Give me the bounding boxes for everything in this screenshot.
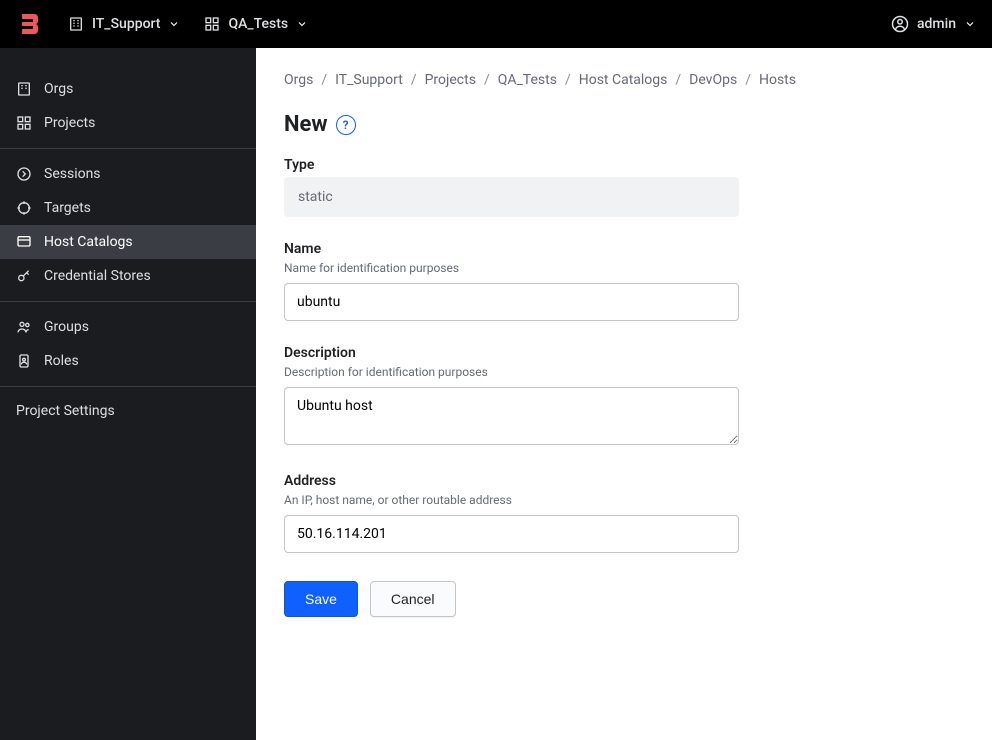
key-icon xyxy=(16,268,32,284)
address-helper: An IP, host name, or other routable addr… xyxy=(284,493,964,507)
chevron-down-icon xyxy=(296,18,308,30)
topbar: IT_Support QA_Tests admin xyxy=(0,0,992,48)
type-value: static xyxy=(284,177,739,217)
org-name: IT_Support xyxy=(92,16,160,32)
breadcrumb: Orgs / IT_Support / Projects / QA_Tests … xyxy=(284,72,964,88)
cancel-button[interactable]: Cancel xyxy=(370,581,456,617)
sessions-icon xyxy=(16,166,32,182)
sidebar-item-targets[interactable]: Targets xyxy=(0,191,256,225)
org-selector[interactable]: IT_Support xyxy=(68,16,180,32)
sidebar-item-credential-stores[interactable]: Credential Stores xyxy=(0,259,256,293)
sidebar-item-label: Projects xyxy=(44,115,95,131)
breadcrumb-link[interactable]: QA_Tests xyxy=(498,72,557,88)
sidebar-item-host-catalogs[interactable]: Host Catalogs xyxy=(0,225,256,259)
sidebar-item-label: Sessions xyxy=(44,166,101,182)
breadcrumb-link[interactable]: DevOps xyxy=(689,72,737,88)
chevron-down-icon xyxy=(168,18,180,30)
user-icon xyxy=(891,15,909,33)
description-label: Description xyxy=(284,345,964,361)
breadcrumb-link[interactable]: Host Catalogs xyxy=(579,72,668,88)
save-button[interactable]: Save xyxy=(284,581,358,617)
sidebar-item-label: Roles xyxy=(44,353,79,369)
logo[interactable] xyxy=(16,10,44,38)
sidebar-item-label: Targets xyxy=(44,200,91,216)
breadcrumb-link[interactable]: Orgs xyxy=(284,72,313,88)
name-helper: Name for identification purposes xyxy=(284,261,964,275)
address-label: Address xyxy=(284,473,964,489)
description-helper: Description for identification purposes xyxy=(284,365,964,379)
user-menu[interactable]: admin xyxy=(891,15,976,33)
breadcrumb-link[interactable]: IT_Support xyxy=(335,72,403,88)
sidebar-item-label: Groups xyxy=(44,319,89,335)
sidebar-item-roles[interactable]: Roles xyxy=(0,344,256,378)
sidebar-project-settings[interactable]: Project Settings xyxy=(0,387,256,435)
chevron-down-icon xyxy=(964,18,976,30)
main-content: Orgs / IT_Support / Projects / QA_Tests … xyxy=(256,48,992,740)
roles-icon xyxy=(16,353,32,369)
project-selector[interactable]: QA_Tests xyxy=(204,16,308,32)
help-icon[interactable]: ? xyxy=(336,115,356,135)
boundary-logo-icon xyxy=(18,12,42,36)
groups-icon xyxy=(16,319,32,335)
breadcrumb-link[interactable]: Hosts xyxy=(759,72,796,88)
sidebar-item-groups[interactable]: Groups xyxy=(0,310,256,344)
sidebar-item-orgs[interactable]: Orgs xyxy=(0,72,256,106)
name-input[interactable] xyxy=(284,283,739,321)
type-label: Type xyxy=(284,157,964,173)
sidebar-item-label: Credential Stores xyxy=(44,268,151,284)
sidebar-item-label: Host Catalogs xyxy=(44,234,133,250)
projects-icon xyxy=(16,115,32,131)
projects-icon xyxy=(204,16,220,32)
breadcrumb-link[interactable]: Projects xyxy=(425,72,476,88)
org-icon xyxy=(16,81,32,97)
user-name: admin xyxy=(917,16,956,32)
address-input[interactable] xyxy=(284,515,739,553)
targets-icon xyxy=(16,200,32,216)
org-icon xyxy=(68,16,84,32)
description-input[interactable] xyxy=(284,387,739,445)
name-label: Name xyxy=(284,241,964,257)
host-catalogs-icon xyxy=(16,234,32,250)
sidebar-item-label: Orgs xyxy=(44,81,73,97)
page-title: New xyxy=(284,112,328,137)
project-name: QA_Tests xyxy=(228,16,288,32)
sidebar-item-projects[interactable]: Projects xyxy=(0,106,256,140)
sidebar: Orgs Projects Sessions xyxy=(0,48,256,740)
sidebar-item-sessions[interactable]: Sessions xyxy=(0,157,256,191)
